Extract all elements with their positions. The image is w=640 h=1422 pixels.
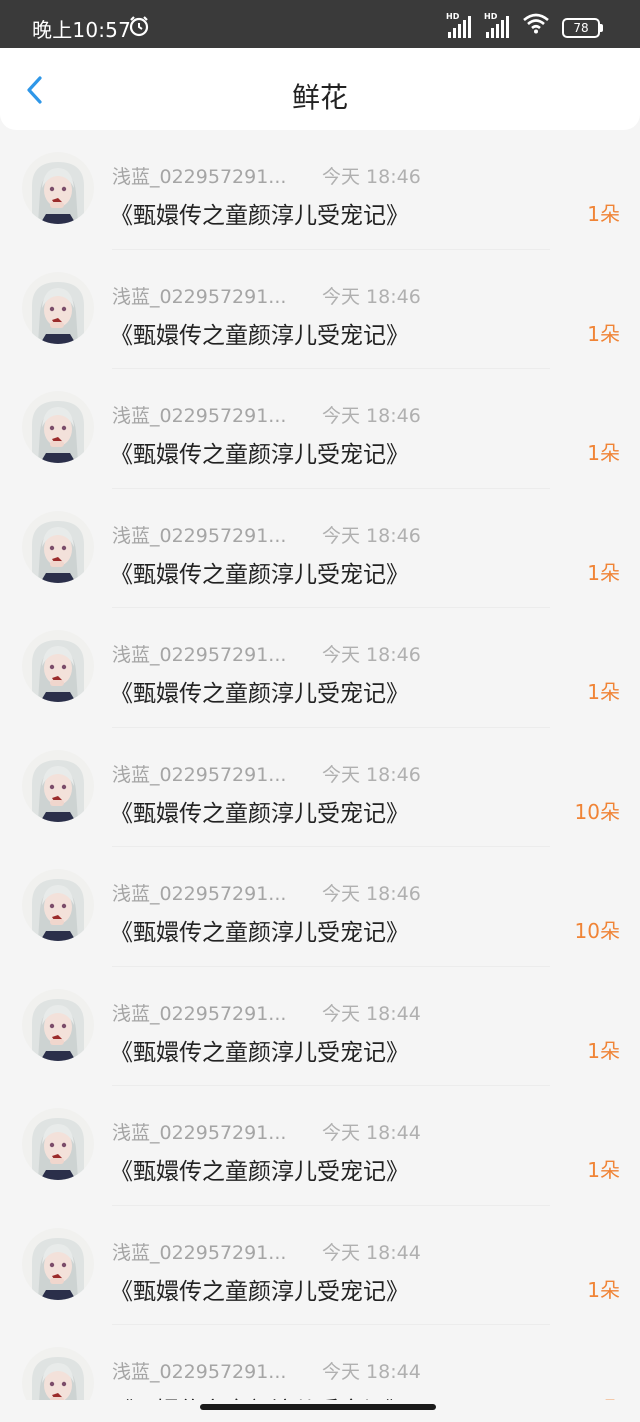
list-item[interactable]: 浅蓝_022957291... 今天 18:44 《甄嬛传之童颜淳儿受宠记》 1… (0, 1206, 640, 1325)
list-item[interactable]: 浅蓝_022957291... 今天 18:44 《甄嬛传之童颜淳儿受宠记》 1… (0, 967, 640, 1086)
username: 浅蓝_022957291... (112, 1241, 287, 1264)
username: 浅蓝_022957291... (112, 1122, 287, 1144)
avatar[interactable] (22, 1108, 94, 1180)
username: 浅蓝_022957291... (112, 763, 287, 786)
gift-time: 今天 18:46 (322, 405, 421, 427)
gift-time: 今天 18:46 (322, 285, 421, 308)
flower-amount: 10朵 (574, 919, 620, 943)
avatar[interactable] (22, 1227, 94, 1300)
flower-amount: 1朵 (587, 1158, 620, 1182)
list-item[interactable]: 浅蓝_022957291... 今天 18:46 《甄嬛传之童颜淳儿受宠记》 1… (0, 369, 640, 489)
avatar[interactable] (22, 510, 94, 583)
gift-time: 今天 18:44 (322, 1361, 421, 1383)
list-item[interactable]: 浅蓝_022957291... 今天 18:46 《甄嬛传之童颜淳儿受宠记》 1… (0, 608, 640, 728)
book-title: 《甄嬛传之童颜淳儿受宠记》 (110, 1391, 409, 1400)
book-title: 《甄嬛传之童颜淳儿受宠记》 (110, 442, 409, 468)
username: 浅蓝_022957291... (112, 405, 287, 427)
wifi-icon (522, 12, 550, 38)
avatar[interactable] (22, 271, 94, 344)
flower-amount: 1朵 (587, 680, 620, 704)
list-item[interactable]: 浅蓝_022957291... 今天 18:46 《甄嬛传之童颜淳儿受宠记》 1… (0, 728, 640, 847)
flower-amount: 1朵 (587, 441, 620, 465)
app-header: 鲜花 (0, 48, 640, 130)
avatar[interactable] (22, 391, 94, 463)
flower-amount: 1朵 (587, 1393, 620, 1400)
battery-icon: 78 (562, 18, 603, 38)
cellular-signal-icon: HD (484, 12, 514, 38)
gift-time: 今天 18:46 (322, 763, 421, 786)
avatar[interactable] (22, 749, 94, 822)
flower-amount: 10朵 (574, 799, 620, 824)
book-title: 《甄嬛传之童颜淳儿受宠记》 (110, 1278, 409, 1305)
username: 浅蓝_022957291... (112, 285, 287, 308)
home-indicator[interactable] (200, 1404, 436, 1410)
username: 浅蓝_022957291... (112, 644, 287, 666)
alarm-clock-icon (128, 15, 150, 41)
username: 浅蓝_022957291... (112, 166, 287, 188)
username: 浅蓝_022957291... (112, 1002, 287, 1025)
book-title: 《甄嬛传之童颜淳儿受宠记》 (110, 322, 409, 349)
gift-time: 今天 18:46 (322, 644, 421, 666)
list-item[interactable]: 浅蓝_022957291... 今天 18:44 《甄嬛传之童颜淳儿受宠记》 1… (0, 1325, 640, 1400)
flower-amount: 1朵 (587, 321, 620, 346)
book-title: 《甄嬛传之童颜淳儿受宠记》 (110, 561, 409, 588)
book-title: 《甄嬛传之童颜淳儿受宠记》 (110, 800, 409, 827)
flower-record-list[interactable]: 浅蓝_022957291... 今天 18:46 《甄嬛传之童颜淳儿受宠记》 1… (0, 130, 640, 1400)
status-time: 晚上10:57 (32, 18, 132, 42)
gift-time: 今天 18:46 (322, 883, 421, 905)
list-item[interactable]: 浅蓝_022957291... 今天 18:44 《甄嬛传之童颜淳儿受宠记》 1… (0, 1086, 640, 1206)
book-title: 《甄嬛传之童颜淳儿受宠记》 (110, 203, 409, 229)
avatar[interactable] (22, 988, 94, 1061)
avatar[interactable] (22, 152, 94, 224)
avatar[interactable] (22, 630, 94, 702)
list-item[interactable]: 浅蓝_022957291... 今天 18:46 《甄嬛传之童颜淳儿受宠记》 1… (0, 847, 640, 967)
gift-time: 今天 18:46 (322, 166, 421, 188)
status-bar: 晚上10:57 HD HD 78 (0, 0, 640, 48)
list-item[interactable]: 浅蓝_022957291... 今天 18:46 《甄嬛传之童颜淳儿受宠记》 1… (0, 130, 640, 250)
gift-time: 今天 18:44 (322, 1122, 421, 1144)
battery-level: 78 (573, 21, 589, 35)
gift-time: 今天 18:44 (322, 1002, 421, 1025)
list-item[interactable]: 浅蓝_022957291... 今天 18:46 《甄嬛传之童颜淳儿受宠记》 1… (0, 489, 640, 608)
flower-amount: 1朵 (587, 202, 620, 226)
gift-time: 今天 18:44 (322, 1241, 421, 1264)
list-item[interactable]: 浅蓝_022957291... 今天 18:46 《甄嬛传之童颜淳儿受宠记》 1… (0, 250, 640, 369)
book-title: 《甄嬛传之童颜淳儿受宠记》 (110, 1159, 409, 1185)
flower-amount: 1朵 (587, 560, 620, 585)
gift-time: 今天 18:46 (322, 524, 421, 547)
avatar[interactable] (22, 869, 94, 941)
username: 浅蓝_022957291... (112, 883, 287, 905)
username: 浅蓝_022957291... (112, 1361, 287, 1383)
book-title: 《甄嬛传之童颜淳儿受宠记》 (110, 1039, 409, 1066)
flower-amount: 1朵 (587, 1038, 620, 1063)
book-title: 《甄嬛传之童颜淳儿受宠记》 (110, 681, 409, 707)
username: 浅蓝_022957291... (112, 524, 287, 547)
cellular-signal-icon: HD (446, 12, 476, 38)
flower-amount: 1朵 (587, 1277, 620, 1302)
avatar[interactable] (22, 1347, 94, 1400)
page-title: 鲜花 (291, 81, 348, 114)
book-title: 《甄嬛传之童颜淳儿受宠记》 (110, 920, 409, 946)
